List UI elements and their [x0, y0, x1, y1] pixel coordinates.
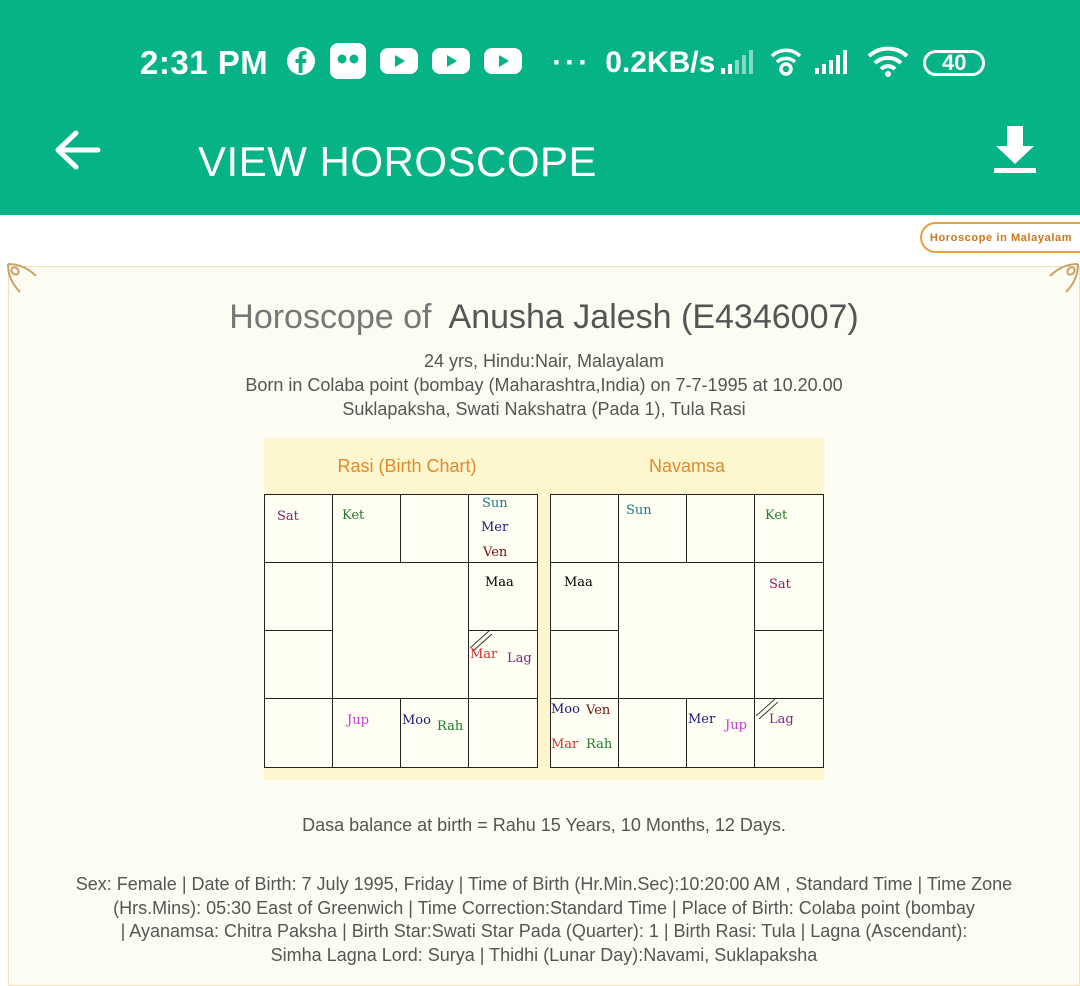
rasi-house-capricorn [264, 630, 333, 699]
navamsa-chart-title: Navamsa [648, 456, 726, 476]
navamsa-chart: Sun Ket Maa Sat Moo Ven Mar Rah Mer Jup … [550, 494, 824, 768]
navamsa-house-virgo: Lag [754, 698, 824, 768]
navamsa-house-pisces [550, 494, 619, 563]
network-speed: 0.2KB/s [605, 46, 716, 79]
navamsa-house-cancer: Sat [754, 562, 824, 631]
rasi-house-scorpio: Jup [332, 698, 401, 768]
details-line-2: (Hrs.Mins): 05:30 East of Greenwich | Ti… [113, 897, 975, 918]
planet-mer: Mer [688, 712, 716, 727]
person-name: Anusha Jalesh (E4346007) [448, 298, 859, 336]
planet-sun: Sun [626, 503, 652, 518]
rasi-house-libra: Moo Rah [400, 698, 469, 768]
youtube-icon [432, 47, 471, 80]
summary-line-2: Born in Colaba point (bombay (Maharashtr… [245, 375, 843, 395]
planet-sat: Sat [277, 509, 299, 524]
planet-maa: Maa [485, 575, 514, 590]
corner-ornament-icon [7, 263, 37, 293]
rasi-house-gemini: Sun Mer Ven [468, 494, 538, 563]
summary-line-3: Suklapaksha, Swati Nakshatra (Pada 1), T… [342, 399, 746, 419]
planet-mar: Mar [551, 737, 579, 752]
signal-weak-icon [719, 46, 759, 81]
planet-maa: Maa [564, 575, 593, 590]
rasi-center [332, 562, 469, 699]
navamsa-house-sagittarius: Moo Ven Mar Rah [550, 698, 619, 768]
navamsa-house-leo [754, 630, 824, 699]
planet-lag: Lag [507, 651, 532, 666]
rasi-house-cancer: Maa [468, 562, 538, 631]
planet-ket: Ket [765, 508, 788, 523]
horoscope-in-malayalam-button[interactable]: Horoscope in Malayalam [920, 222, 1080, 253]
status-time: 2:31 PM [140, 44, 269, 81]
navamsa-center [618, 562, 755, 699]
page-title: VIEW HOROSCOPE [198, 138, 598, 185]
rasi-house-taurus [400, 494, 469, 563]
facebook-icon [286, 46, 316, 81]
planet-jup: Jup [347, 713, 369, 728]
more-notifications-dots: ··· [552, 46, 592, 79]
rasi-house-aquarius [264, 562, 333, 631]
planet-rah: Rah [586, 737, 613, 752]
planet-mar: Mar [470, 647, 498, 662]
flickr-icon [330, 42, 367, 84]
summary-line-1: 24 yrs, Hindu:Nair, Malayalam [423, 351, 665, 371]
planet-jup: Jup [725, 718, 747, 733]
horoscope-heading: Horoscope of Anusha Jalesh (E4346007) [0, 298, 1080, 337]
rasi-house-leo: Mar Lag [468, 630, 538, 699]
planet-moo: Moo [402, 713, 431, 728]
rasi-house-aries: Ket [332, 494, 401, 563]
navamsa-house-aquarius: Maa [550, 562, 619, 631]
planet-ket: Ket [342, 508, 365, 523]
navamsa-house-scorpio [618, 698, 687, 768]
wifi-calling-icon [769, 44, 803, 83]
planet-sat: Sat [769, 577, 791, 592]
youtube-icon [484, 47, 523, 80]
rasi-chart: Sat Ket Sun Mer Ven Maa Mar Lag Jup Moo … [264, 494, 538, 768]
dasa-balance: Dasa balance at birth = Rahu 15 Years, 1… [302, 815, 786, 835]
back-button[interactable] [50, 123, 106, 179]
rasi-house-pisces: Sat [264, 494, 333, 563]
navamsa-house-gemini: Ket [754, 494, 824, 563]
arrow-left-icon [55, 130, 101, 170]
planet-sun: Sun [482, 496, 508, 511]
rasi-house-sagittarius [264, 698, 333, 768]
signal-full-icon [813, 46, 853, 81]
download-button[interactable] [988, 120, 1042, 180]
details-line-1: Sex: Female | Date of Birth: 7 July 1995… [75, 874, 1013, 894]
planet-lag: Lag [769, 712, 794, 727]
youtube-icon [380, 47, 419, 80]
details-line-4: Simha Lagna Lord: Surya | Thidhi (Lunar … [270, 944, 818, 965]
app-bar: 2:31 PM ··· 0.2KB/s 40 VIEW HOROSCOPE [0, 0, 1080, 215]
planet-ven: Ven [586, 703, 611, 718]
planet-mer: Mer [481, 520, 509, 535]
heading-prefix: Horoscope of [229, 298, 432, 336]
planet-ven: Ven [483, 545, 508, 560]
details-line-3: | Ayanamsa: Chitra Paksha | Birth Star:S… [120, 921, 968, 941]
download-icon [994, 126, 1036, 173]
corner-ornament-icon [1049, 263, 1079, 293]
navamsa-house-aries: Sun [618, 494, 687, 563]
planet-moo: Moo [551, 702, 580, 717]
status-bar: 2:31 PM ··· 0.2KB/s 40 [140, 38, 1020, 88]
navamsa-house-libra: Mer Jup [686, 698, 755, 768]
navamsa-house-capricorn [550, 630, 619, 699]
battery-indicator: 40 [923, 50, 986, 76]
wifi-icon [867, 44, 909, 83]
birth-details: Sex: Female | Date of Birth: 7 July 1995… [58, 873, 1030, 967]
navamsa-house-taurus [686, 494, 755, 563]
rasi-house-virgo [468, 698, 538, 768]
rasi-chart-title: Rasi (Birth Chart) [337, 456, 477, 476]
planet-rah: Rah [437, 719, 464, 734]
